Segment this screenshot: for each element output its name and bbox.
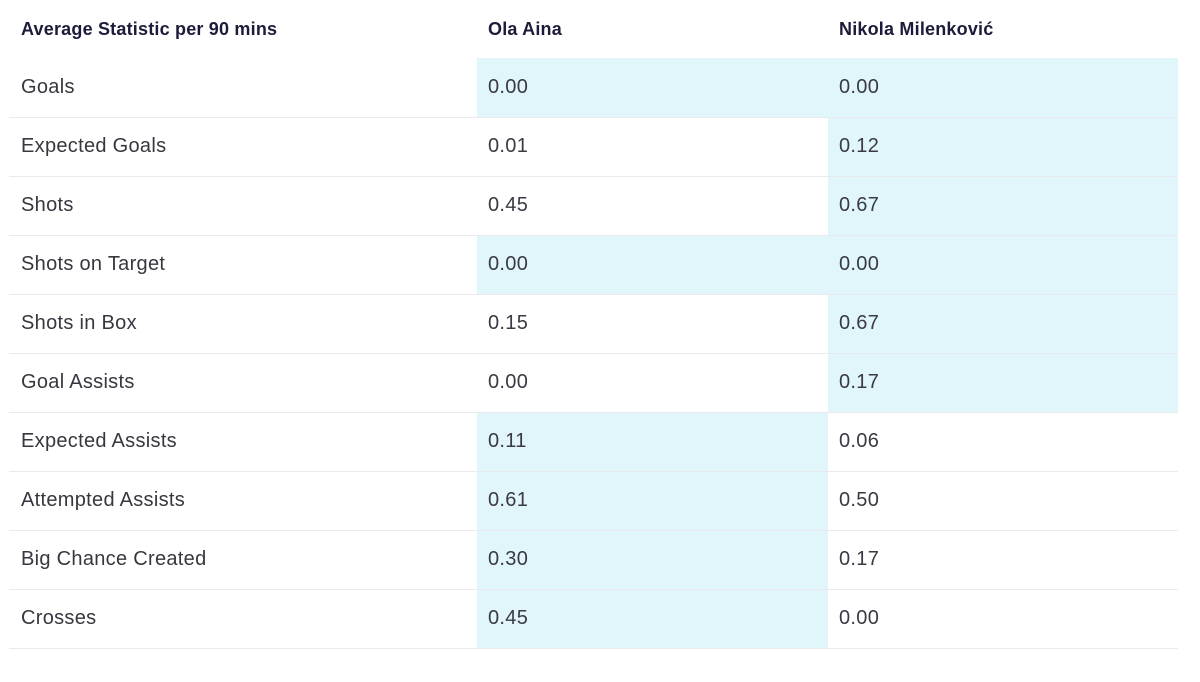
stat-name-cell: Expected Goals (9, 117, 477, 177)
stat-name-cell: Shots on Target (9, 235, 477, 295)
table-row: Big Chance Created 0.30 0.17 (9, 530, 1178, 590)
player1-value-cell: 0.45 (477, 589, 828, 649)
player1-value-cell: 0.30 (477, 530, 828, 590)
player2-value-cell: 0.17 (828, 353, 1178, 413)
player1-value-cell: 0.61 (477, 471, 828, 531)
player1-column-header: Ola Aina (488, 18, 562, 39)
stat-name-cell: Crosses (9, 589, 477, 649)
player2-column-header: Nikola Milenković (839, 18, 994, 39)
stat-column-header: Average Statistic per 90 mins (21, 18, 278, 39)
player1-value-cell: 0.11 (477, 412, 828, 472)
player2-value-cell: 0.00 (828, 58, 1178, 118)
header-row: Average Statistic per 90 mins Ola Aina N… (9, 0, 1178, 58)
player2-value-cell: 0.67 (828, 294, 1178, 354)
stat-name-cell: Attempted Assists (9, 471, 477, 531)
player2-value-cell: 0.00 (828, 235, 1178, 295)
player2-value-cell: 0.00 (828, 589, 1178, 649)
table-body: Goals 0.00 0.00 Expected Goals 0.01 0.12 Shots… (9, 58, 1178, 649)
table-row: Shots in Box 0.15 0.67 (9, 294, 1178, 354)
stat-name-cell: Goal Assists (9, 353, 477, 413)
stat-name-cell: Expected Assists (9, 412, 477, 472)
player-comparison-table: Average Statistic per 90 mins Ola Aina N… (9, 0, 1178, 649)
stat-name-cell: Shots (9, 176, 477, 236)
table-row: Goals 0.00 0.00 (9, 58, 1178, 118)
player2-value-cell: 0.17 (828, 530, 1178, 590)
table-row: Expected Assists 0.11 0.06 (9, 412, 1178, 472)
stat-name-cell: Goals (9, 58, 477, 118)
table-header: Average Statistic per 90 mins Ola Aina N… (9, 0, 1178, 58)
table-row: Attempted Assists 0.61 0.50 (9, 471, 1178, 531)
player1-value-cell: 0.00 (477, 353, 828, 413)
player1-value-cell: 0.45 (477, 176, 828, 236)
table-row: Shots on Target 0.00 0.00 (9, 235, 1178, 295)
table-row: Crosses 0.45 0.00 (9, 589, 1178, 649)
player1-value-cell: 0.01 (477, 117, 828, 177)
table-row: Expected Goals 0.01 0.12 (9, 117, 1178, 177)
player2-value-cell: 0.06 (828, 412, 1178, 472)
table-row: Goal Assists 0.00 0.17 (9, 353, 1178, 413)
stat-name-cell: Big Chance Created (9, 530, 477, 590)
player1-value-cell: 0.00 (477, 235, 828, 295)
player2-value-cell: 0.67 (828, 176, 1178, 236)
player2-value-cell: 0.50 (828, 471, 1178, 531)
player2-value-cell: 0.12 (828, 117, 1178, 177)
table-row: Shots 0.45 0.67 (9, 176, 1178, 236)
player1-value-cell: 0.00 (477, 58, 828, 118)
player1-value-cell: 0.15 (477, 294, 828, 354)
stat-name-cell: Shots in Box (9, 294, 477, 354)
